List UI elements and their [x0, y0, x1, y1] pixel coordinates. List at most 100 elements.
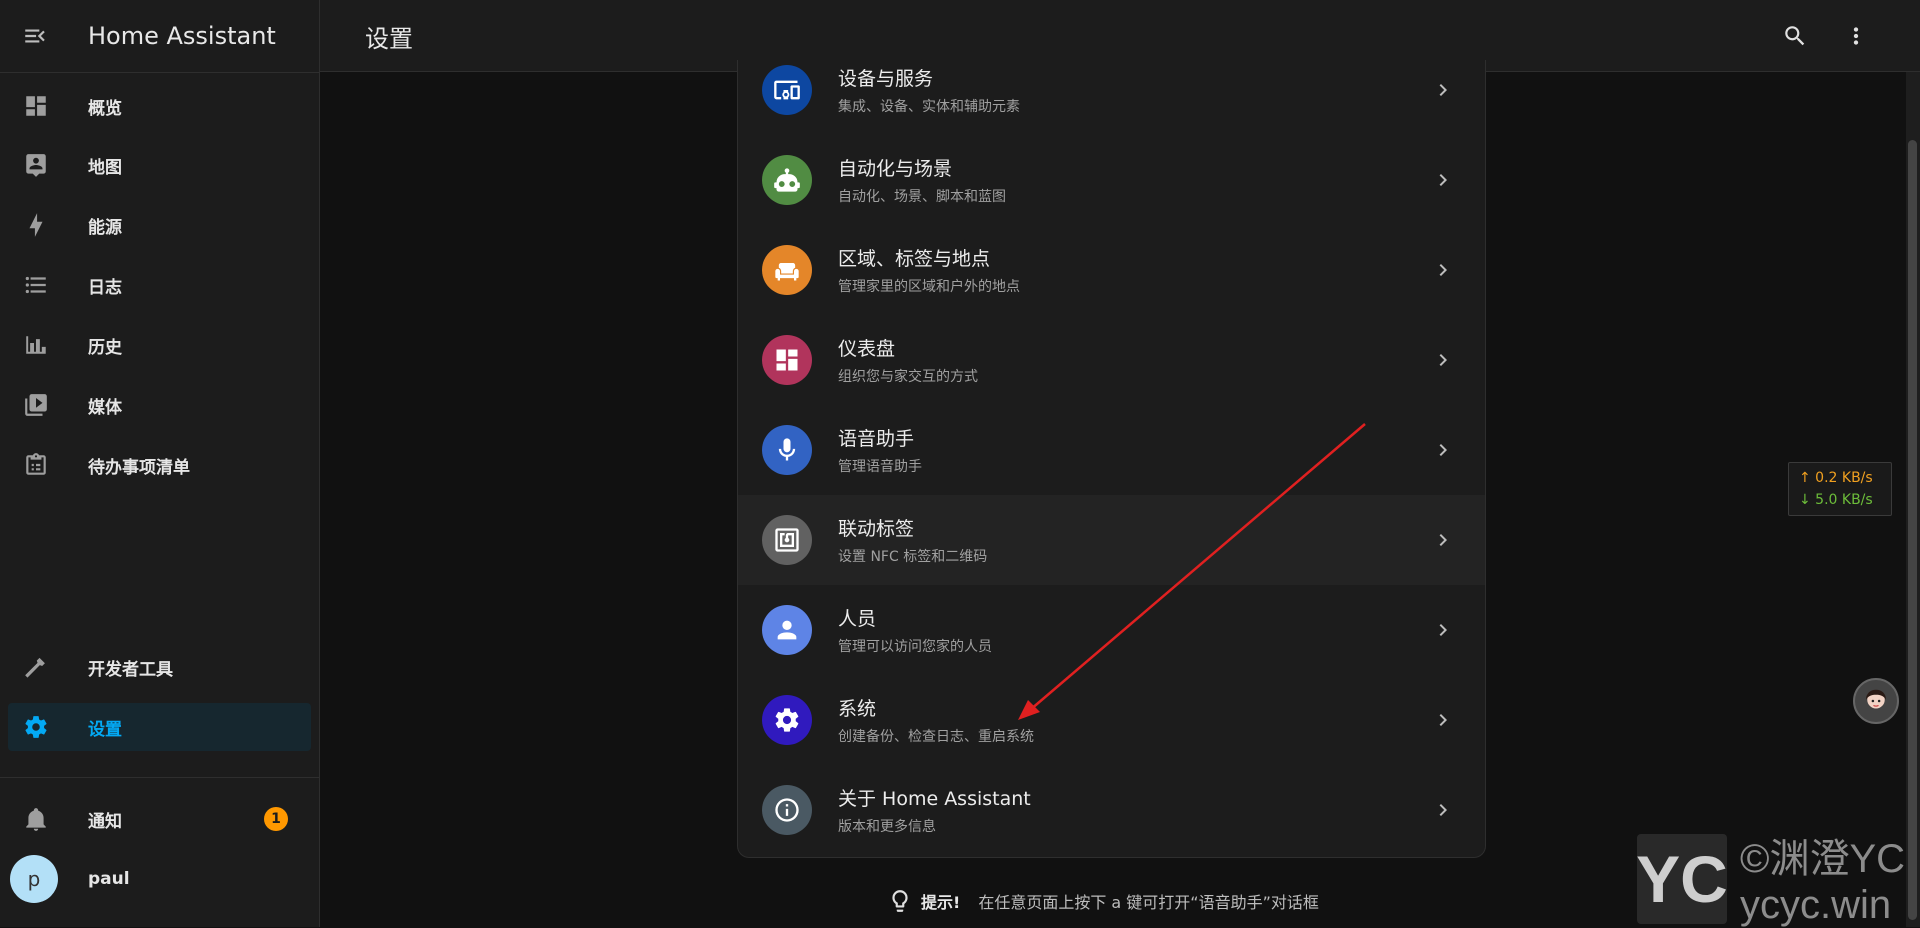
sidebar-item-notifications[interactable]: 通知 1 [8, 795, 311, 843]
floating-assistant-avatar[interactable] [1853, 678, 1899, 724]
row-title: 系统 [838, 698, 877, 720]
sidebar-item-media[interactable]: 媒体 [8, 381, 311, 429]
settings-row-people[interactable]: 人员 管理可以访问您家的人员 [738, 585, 1485, 675]
tip-text: 在任意页面上按下 a 键可打开“语音助手”对话框 [978, 893, 1319, 912]
row-icon-circle [762, 785, 812, 835]
user-avatar: p [10, 855, 58, 903]
sidebar-item-label: 日志 [88, 277, 122, 298]
sidebar-item-energy[interactable]: 能源 [8, 201, 311, 249]
row-title: 联动标签 [838, 518, 915, 540]
menu-toggle-button[interactable] [0, 0, 70, 72]
row-icon-circle [762, 515, 812, 565]
page-title: 设置 [365, 25, 413, 53]
info-icon [775, 798, 799, 822]
sidebar-item-user[interactable]: p paul [8, 855, 311, 903]
cog-icon [775, 708, 799, 732]
chevron-right-icon [1431, 438, 1455, 462]
sidebar-divider [0, 777, 319, 778]
sidebar-item-label: 地图 [88, 157, 122, 178]
row-icon-circle [762, 335, 812, 385]
row-icon-circle [762, 155, 812, 205]
chevron-right-icon [1431, 78, 1455, 102]
chevron-right-icon [1431, 348, 1455, 372]
row-title: 人员 [838, 608, 877, 630]
sidebar-item-label: 概览 [88, 98, 122, 119]
row-subtitle: 集成、设备、实体和辅助元素 [838, 99, 1020, 115]
avatar-initial: p [10, 855, 58, 903]
row-title: 语音助手 [838, 428, 915, 450]
chevron-right-icon [1431, 528, 1455, 552]
row-title: 自动化与场景 [838, 158, 953, 180]
dashboard-icon [10, 93, 62, 119]
chevron-right-icon [1431, 618, 1455, 642]
menu-open-icon [25, 29, 45, 43]
more-options-button[interactable] [1838, 18, 1874, 54]
row-subtitle: 组织您与家交互的方式 [838, 369, 978, 385]
tip-bar: 提示! 在任意页面上按下 a 键可打开“语音助手”对话框 [887, 888, 1319, 914]
sidebar-item-label: 开发者工具 [88, 659, 173, 680]
settings-row-tags[interactable]: 联动标签 设置 NFC 标签和二维码 [738, 495, 1485, 585]
user-name: paul [88, 869, 130, 889]
logbook-icon [10, 272, 62, 298]
row-text: 区域、标签与地点 管理家里的区域和户外的地点 [838, 244, 1020, 296]
row-text: 关于 Home Assistant 版本和更多信息 [838, 784, 1031, 836]
map-icon [10, 152, 62, 178]
watermark-logo: YC [1636, 834, 1728, 924]
watermark-text: ©渊澄YC ycyc.win [1740, 836, 1905, 928]
chevron-right-icon [1431, 798, 1455, 822]
sidebar-item-overview[interactable]: 概览 [8, 82, 311, 130]
row-text: 人员 管理可以访问您家的人员 [838, 604, 992, 656]
dots-vertical-icon [1853, 27, 1859, 45]
sidebar-header: Home Assistant [0, 0, 319, 73]
watermark-line2: ycyc.win [1740, 883, 1892, 927]
settings-card: 设备与服务 集成、设备、实体和辅助元素 自动化与场景 自动化、场景、脚本和蓝图 … [737, 60, 1486, 858]
sidebar-item-label: 通知 [88, 811, 122, 832]
row-text: 系统 创建备份、检查日志、重启系统 [838, 694, 1034, 746]
account-icon [777, 620, 797, 640]
row-subtitle: 管理语音助手 [838, 459, 922, 475]
row-subtitle: 自动化、场景、脚本和蓝图 [838, 189, 1006, 205]
sidebar-item-map[interactable]: 地图 [8, 141, 311, 189]
row-icon-circle [762, 65, 812, 115]
app-title: Home Assistant [88, 22, 276, 50]
energy-icon [10, 212, 62, 238]
row-text: 自动化与场景 自动化、场景、脚本和蓝图 [838, 154, 1006, 206]
row-title: 仪表盘 [838, 338, 896, 360]
chevron-right-icon [1431, 708, 1455, 732]
settings-row-dashboards[interactable]: 仪表盘 组织您与家交互的方式 [738, 315, 1485, 405]
scrollbar-thumb[interactable] [1908, 140, 1917, 920]
settings-row-system[interactable]: 系统 创建备份、检查日志、重启系统 [738, 675, 1485, 765]
nfc-icon [775, 528, 799, 552]
row-icon-circle [762, 695, 812, 745]
search-button[interactable] [1777, 18, 1813, 54]
sidebar-item-developer-tools[interactable]: 开发者工具 [8, 643, 311, 691]
lightbulb-icon [892, 890, 908, 912]
row-subtitle: 设置 NFC 标签和二维码 [838, 549, 988, 565]
settings-row-automations[interactable]: 自动化与场景 自动化、场景、脚本和蓝图 [738, 135, 1485, 225]
microphone-icon [778, 438, 796, 461]
row-text: 语音助手 管理语音助手 [838, 424, 922, 476]
tip-label: 提示! [921, 893, 961, 912]
chevron-right-icon [1431, 258, 1455, 282]
row-icon-circle [762, 425, 812, 475]
sidebar-item-label: 历史 [88, 337, 122, 358]
settings-row-devices[interactable]: 设备与服务 集成、设备、实体和辅助元素 [738, 60, 1485, 135]
settings-row-areas[interactable]: 区域、标签与地点 管理家里的区域和户外的地点 [738, 225, 1485, 315]
sidebar-item-label: 媒体 [88, 397, 122, 418]
row-subtitle: 管理可以访问您家的人员 [838, 639, 992, 655]
sidebar-item-todo[interactable]: 待办事项清单 [8, 441, 311, 489]
todo-icon [10, 452, 62, 478]
sidebar-item-label: 能源 [88, 217, 122, 238]
settings-row-about[interactable]: 关于 Home Assistant 版本和更多信息 [738, 765, 1485, 855]
sidebar-item-logbook[interactable]: 日志 [8, 261, 311, 309]
sofa-icon [775, 263, 799, 281]
row-text: 联动标签 设置 NFC 标签和二维码 [838, 514, 987, 566]
sidebar-item-label: 设置 [88, 719, 122, 740]
chevron-right-icon [1431, 168, 1455, 192]
upload-speed: ↑ 0.2 KB/s [1799, 470, 1873, 486]
sidebar-item-settings[interactable]: 设置 [8, 703, 311, 751]
row-subtitle: 管理家里的区域和户外的地点 [838, 279, 1020, 295]
settings-row-voice-assistants[interactable]: 语音助手 管理语音助手 [738, 405, 1485, 495]
sidebar-item-history[interactable]: 历史 [8, 321, 311, 369]
search-icon [1785, 26, 1805, 46]
